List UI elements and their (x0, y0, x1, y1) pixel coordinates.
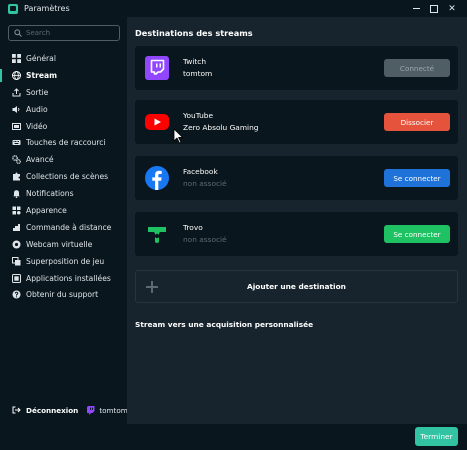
remote-icon (12, 223, 21, 232)
globe-icon (12, 70, 21, 80)
add-destination-label: Ajouter une destination (247, 282, 346, 291)
help-icon (12, 290, 21, 299)
destination-card-facebook: Facebook non associé Se connecter (135, 156, 458, 200)
close-icon[interactable]: ✕ (443, 0, 461, 17)
connected-button: Connecté (384, 59, 450, 77)
sidebar-item-hotkeys[interactable]: Touches de raccourci (0, 134, 127, 151)
sidebar-item-label: Superposition de jeu (26, 256, 105, 266)
account-status: non associé (183, 235, 227, 244)
grid-icon (12, 53, 21, 63)
app-logo-icon (8, 3, 18, 14)
connect-trovo-button[interactable]: Se connecter (384, 225, 450, 243)
sidebar-item-output[interactable]: Sortie (0, 84, 127, 101)
stream-settings-panel: Destinations des streams Twitch tomtom C… (127, 17, 467, 424)
done-button[interactable]: Terminer (415, 427, 458, 446)
sidebar-item-label: Commande à distance (26, 222, 112, 232)
sidebar-item-label: Apparence (26, 205, 67, 215)
twitch-icon (87, 405, 95, 414)
logout-label: Déconnexion (26, 405, 79, 415)
title-bar: Paramètres ✕ (0, 0, 467, 17)
sidebar-item-appearance[interactable]: Apparence (0, 202, 127, 219)
sidebar-item-stream[interactable]: Stream (0, 67, 127, 84)
username: tomtom (99, 405, 128, 415)
overlay-icon (12, 256, 21, 266)
gears-icon (12, 155, 21, 165)
logout-icon (12, 406, 21, 414)
sidebar-item-remote-control[interactable]: Commande à distance (0, 219, 127, 236)
sidebar-item-installed-apps[interactable]: Applications installées (0, 270, 127, 287)
platform-name: YouTube (183, 111, 214, 120)
sidebar-item-label: Obtenir du support (26, 290, 99, 300)
settings-sidebar: Général Stream Sortie Audio Vidéo (0, 17, 128, 424)
sidebar-item-label: Touches de raccourci (26, 138, 106, 148)
facebook-icon (145, 166, 169, 190)
window-title: Paramètres (24, 4, 70, 13)
account-name: tomtom (183, 69, 213, 78)
destination-card-youtube: YouTube Zero Absolu Gaming Dissocier (135, 100, 458, 144)
speaker-icon (12, 105, 21, 114)
camera-icon (12, 240, 21, 249)
destination-card-trovo: Trovo non associé Se connecter (135, 212, 458, 256)
sidebar-item-game-overlay[interactable]: Superposition de jeu (0, 253, 127, 270)
search-icon (14, 29, 22, 37)
twitch-icon (145, 56, 169, 80)
maximize-icon[interactable] (425, 0, 443, 17)
sidebar-item-label: Applications installées (26, 273, 111, 283)
video-icon (12, 122, 21, 131)
bell-icon (12, 189, 21, 199)
sidebar-item-label: Avancé (26, 155, 54, 165)
search-box[interactable] (8, 25, 120, 41)
sidebar-item-scene-collections[interactable]: Collections de scènes (0, 168, 127, 185)
platform-name: Twitch (183, 57, 207, 66)
window-controls: ✕ (407, 0, 461, 17)
mouse-cursor-icon (173, 128, 183, 144)
settings-nav: Général Stream Sortie Audio Vidéo Touche… (0, 50, 127, 303)
platform-name: Trovo (183, 223, 203, 232)
section-title: Destinations des streams (135, 28, 253, 38)
search-input[interactable] (26, 29, 106, 37)
sidebar-item-notifications[interactable]: Notifications (0, 185, 127, 202)
connect-facebook-button[interactable]: Se connecter (384, 169, 450, 187)
sidebar-item-label: Sortie (26, 87, 49, 97)
sidebar-item-label: Général (26, 53, 56, 63)
platform-name: Facebook (183, 167, 218, 176)
logout-button[interactable]: Déconnexion (12, 406, 78, 415)
sidebar-item-label: Stream (26, 70, 58, 80)
sidebar-item-label: Vidéo (26, 121, 48, 131)
trovo-icon (148, 227, 166, 243)
sidebar-item-label: Webcam virtuelle (26, 239, 93, 249)
account-name: Zero Absolu Gaming (183, 123, 259, 132)
sidebar-item-label: Audio (26, 104, 48, 114)
sidebar-item-label: Collections de scènes (26, 172, 109, 182)
minimize-icon[interactable] (407, 0, 425, 17)
sidebar-item-advanced[interactable]: Avancé (0, 151, 127, 168)
disconnect-button[interactable]: Dissocier (384, 113, 450, 131)
sidebar-item-general[interactable]: Général (0, 50, 127, 67)
add-destination-button[interactable]: Ajouter une destination (135, 270, 458, 303)
puzzle-icon (12, 172, 21, 181)
palette-icon (12, 206, 21, 215)
sidebar-item-label: Notifications (26, 189, 74, 199)
sidebar-item-virtual-webcam[interactable]: Webcam virtuelle (0, 236, 127, 253)
destination-card-twitch: Twitch tomtom Connecté (135, 46, 458, 90)
custom-ingest-link[interactable]: Stream vers une acquisition personnalisé… (135, 320, 313, 329)
sidebar-item-audio[interactable]: Audio (0, 101, 127, 118)
sidebar-item-get-support[interactable]: Obtenir du support (0, 286, 127, 303)
user-account: tomtom (87, 405, 128, 415)
output-icon (12, 88, 21, 97)
account-status: non associé (183, 179, 227, 188)
apps-icon (12, 273, 21, 283)
sidebar-item-video[interactable]: Vidéo (0, 118, 127, 135)
youtube-icon (145, 114, 169, 130)
sidebar-footer: Déconnexion tomtom (0, 396, 128, 424)
keyboard-icon (12, 138, 21, 147)
bottom-bar: Terminer (0, 424, 467, 450)
